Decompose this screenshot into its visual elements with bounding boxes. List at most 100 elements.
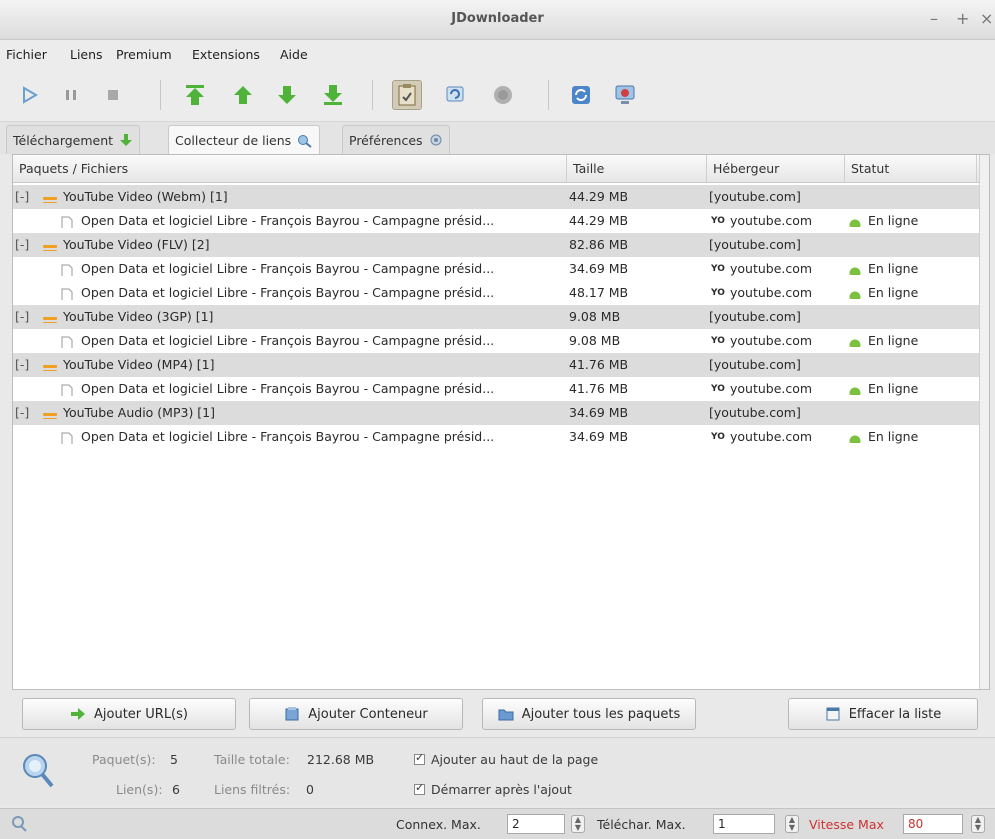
vertical-scrollbar[interactable] bbox=[979, 155, 989, 689]
add-container-button[interactable]: Ajouter Conteneur bbox=[249, 698, 463, 730]
package-icon bbox=[43, 359, 57, 371]
container-icon bbox=[285, 707, 299, 721]
status-cell: En ligne bbox=[868, 381, 919, 396]
max-connections-input[interactable]: 2 bbox=[507, 814, 565, 834]
file-row[interactable]: Open Data et logiciel Libre - François B… bbox=[13, 209, 979, 233]
bottom-link-icon bbox=[12, 816, 27, 832]
toolbar-separator bbox=[160, 80, 161, 110]
file-icon bbox=[61, 334, 73, 348]
start-after-add-option[interactable]: Démarrer après l'ajout bbox=[414, 781, 572, 797]
status-cell: En ligne bbox=[868, 285, 919, 300]
window-title: JDownloader bbox=[451, 11, 544, 26]
size-cell: 34.69 MB bbox=[569, 261, 629, 276]
max-connections-spinner[interactable]: ▲ ▼ bbox=[571, 815, 585, 833]
clear-list-icon bbox=[826, 707, 840, 721]
menu-extensions[interactable]: Extensions bbox=[192, 47, 260, 62]
column-header-size[interactable]: Taille bbox=[567, 155, 707, 183]
refresh-icon bbox=[572, 86, 590, 104]
file-icon bbox=[61, 214, 73, 228]
package-row[interactable]: [-] YouTube Video (MP4) [1] 41.76 MB [youtu… bbox=[13, 353, 979, 377]
add-all-packages-button[interactable]: Ajouter tous les paquets bbox=[482, 698, 696, 730]
start-button[interactable] bbox=[14, 80, 44, 110]
package-icon bbox=[43, 407, 57, 419]
stop-button[interactable] bbox=[98, 80, 128, 110]
online-status-icon bbox=[849, 431, 861, 443]
size-cell: 44.29 MB bbox=[569, 189, 629, 204]
file-name: Open Data et logiciel Libre - François B… bbox=[81, 261, 495, 276]
expand-toggle[interactable]: [-] bbox=[15, 233, 29, 257]
expand-toggle[interactable]: [-] bbox=[15, 305, 29, 329]
online-status-icon bbox=[849, 263, 861, 275]
maximize-button[interactable]: + bbox=[956, 9, 969, 28]
premium-toggle-button[interactable] bbox=[488, 80, 518, 110]
reconnect-button[interactable] bbox=[440, 80, 470, 110]
max-downloads-label: Téléchar. Max. bbox=[597, 817, 686, 832]
size-cell: 41.76 MB bbox=[569, 357, 629, 372]
max-speed-input[interactable]: 80 bbox=[903, 814, 963, 834]
pause-button[interactable] bbox=[56, 80, 86, 110]
file-name: Open Data et logiciel Libre - François B… bbox=[81, 213, 495, 228]
youtube-host-icon: YO bbox=[711, 384, 725, 394]
file-row[interactable]: Open Data et logiciel Libre - François B… bbox=[13, 257, 979, 281]
column-header-host[interactable]: Hébergeur bbox=[707, 155, 845, 183]
file-row[interactable]: Open Data et logiciel Libre - François B… bbox=[13, 425, 979, 449]
package-row[interactable]: [-] YouTube Video (FLV) [2] 82.86 MB [youtu… bbox=[13, 233, 979, 257]
menu-liens[interactable]: Liens bbox=[70, 47, 103, 62]
package-row[interactable]: [-] YouTube Audio (MP3) [1] 34.69 MB [youtu… bbox=[13, 401, 979, 425]
max-downloads-input[interactable]: 1 bbox=[713, 814, 775, 834]
links-value: 6 bbox=[172, 782, 180, 797]
move-down-button[interactable] bbox=[272, 80, 302, 110]
folder-icon bbox=[498, 709, 514, 721]
youtube-host-icon: YO bbox=[711, 336, 725, 346]
clipboard-monitor-button[interactable] bbox=[392, 80, 422, 110]
expand-toggle[interactable]: [-] bbox=[15, 185, 29, 209]
menu-fichier[interactable]: Fichier bbox=[6, 47, 47, 62]
move-top-button[interactable] bbox=[180, 80, 210, 110]
toolbar-separator bbox=[548, 80, 549, 110]
file-row[interactable]: Open Data et logiciel Libre - François B… bbox=[13, 281, 979, 305]
move-bottom-button[interactable] bbox=[318, 80, 348, 110]
size-cell: 34.69 MB bbox=[569, 429, 629, 444]
packages-value: 5 bbox=[170, 752, 178, 767]
expand-toggle[interactable]: [-] bbox=[15, 353, 29, 377]
clear-list-button[interactable]: Effacer la liste bbox=[788, 698, 978, 730]
expand-toggle[interactable]: [-] bbox=[15, 401, 29, 425]
tab-preferences[interactable]: Préférences bbox=[342, 125, 450, 154]
tab-collecteur-label: Collecteur de liens bbox=[175, 133, 292, 148]
file-row[interactable]: Open Data et logiciel Libre - François B… bbox=[13, 329, 979, 353]
package-row[interactable]: [-] YouTube Video (3GP) [1] 9.08 MB [youtub… bbox=[13, 305, 979, 329]
size-cell: 34.69 MB bbox=[569, 405, 629, 420]
package-row[interactable]: [-] YouTube Video (Webm) [1] 44.29 MB [yout… bbox=[13, 185, 979, 209]
start-after-add-checkbox[interactable] bbox=[414, 781, 425, 795]
host-cell: youtube.com bbox=[730, 213, 813, 228]
host-cell: [youtube.com] bbox=[709, 405, 801, 420]
add-to-top-checkbox[interactable] bbox=[414, 751, 425, 765]
add-all-label: Ajouter tous les paquets bbox=[521, 706, 681, 722]
add-to-top-option[interactable]: Ajouter au haut de la page bbox=[414, 751, 598, 767]
youtube-host-icon: YO bbox=[711, 432, 725, 442]
host-cell: [youtube.com] bbox=[709, 189, 801, 204]
file-icon bbox=[61, 382, 73, 396]
close-button[interactable]: × bbox=[980, 9, 993, 28]
tab-collecteur[interactable]: Collecteur de liens bbox=[168, 125, 321, 155]
green-arrow-icon bbox=[71, 708, 85, 720]
size-cell: 82.86 MB bbox=[569, 237, 629, 252]
host-cell: youtube.com bbox=[730, 285, 813, 300]
tab-telechargement[interactable]: Téléchargement bbox=[6, 125, 141, 154]
move-up-button[interactable] bbox=[228, 80, 258, 110]
max-speed-spinner[interactable]: ▲ ▼ bbox=[971, 815, 985, 833]
youtube-host-icon: YO bbox=[711, 288, 725, 298]
update-button[interactable] bbox=[566, 80, 596, 110]
add-url-button[interactable]: Ajouter URL(s) bbox=[22, 698, 236, 730]
file-row[interactable]: Open Data et logiciel Libre - François B… bbox=[13, 377, 979, 401]
max-downloads-spinner[interactable]: ▲ ▼ bbox=[785, 815, 799, 833]
menu-premium[interactable]: Premium bbox=[116, 47, 172, 62]
menu-aide[interactable]: Aide bbox=[280, 47, 308, 62]
stats-panel: Paquet(s): 5 Lien(s): 6 Taille totale: 2… bbox=[0, 737, 995, 805]
max-connections-label: Connex. Max. bbox=[396, 817, 481, 832]
download-arrow-icon bbox=[120, 134, 133, 146]
shutdown-button[interactable] bbox=[610, 80, 640, 110]
minimize-button[interactable]: – bbox=[930, 9, 938, 28]
column-header-packages[interactable]: Paquets / Fichiers bbox=[13, 155, 567, 183]
column-header-status[interactable]: Statut bbox=[845, 155, 977, 183]
